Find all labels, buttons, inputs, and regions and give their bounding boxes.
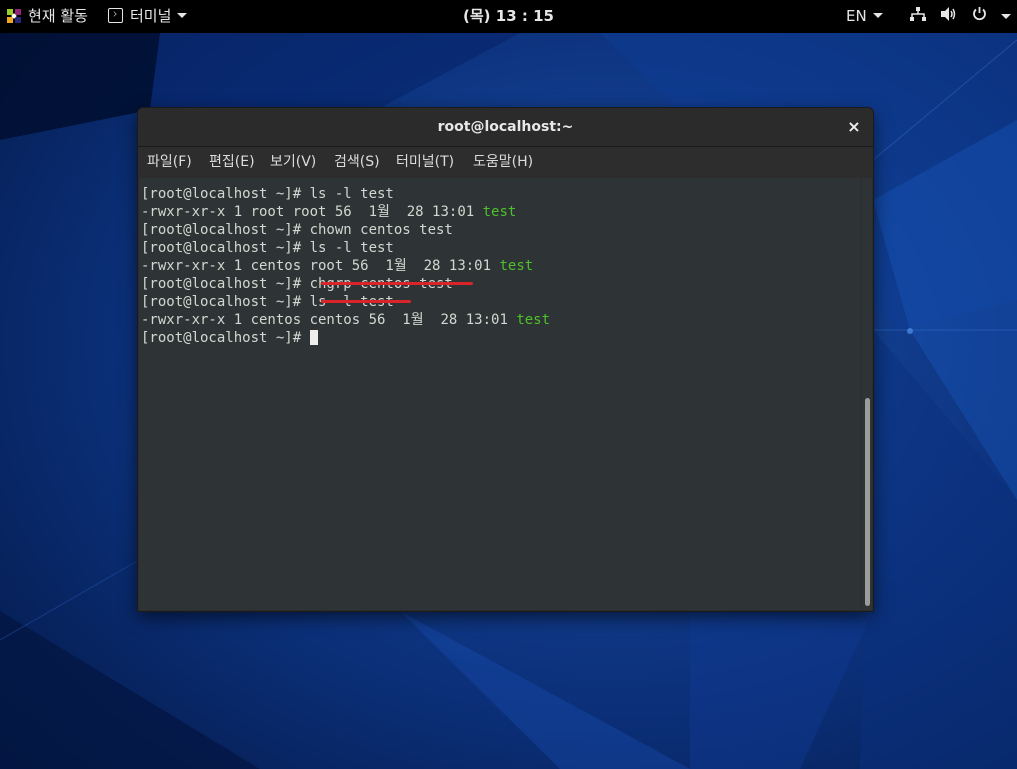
chevron-down-icon (872, 13, 883, 18)
terminal-line: [root@localhost ~]# chown centos test (141, 222, 453, 238)
terminal-line: [root@localhost ~]# ls -l test (141, 186, 394, 202)
terminal-window: root@localhost:~ × 파일(F) 편집(E) 보기(V) 검색(… (138, 108, 873, 611)
terminal-line: -rwxr-xr-x 1 centos centos 56 1월 28 13:0… (141, 312, 551, 328)
system-menu[interactable] (910, 0, 1017, 33)
language-selector[interactable]: EN (846, 0, 883, 33)
terminal-output[interactable]: [root@localhost ~]# ls -l test -rwxr-xr-… (139, 178, 861, 610)
chevron-down-icon (1001, 14, 1012, 19)
menu-edit[interactable]: 편집(E) (209, 147, 255, 177)
annotation-underline-ls (321, 300, 411, 303)
language-label: EN (846, 7, 867, 25)
filename-test: test (499, 258, 534, 274)
annotation-underline-chgrp (321, 282, 473, 285)
close-button[interactable]: × (843, 116, 865, 138)
network-icon (910, 0, 926, 33)
menu-help[interactable]: 도움말(H) (473, 147, 533, 177)
volume-icon (940, 0, 957, 33)
menu-bar: 파일(F) 편집(E) 보기(V) 검색(S) 터미널(T) 도움말(H) (138, 147, 873, 177)
top-bar: 현재 활동 터미널 (목) 13 : 15 EN (0, 0, 1017, 33)
terminal-line: [root@localhost ~]# ls -l test (141, 240, 394, 256)
scrollbar[interactable] (862, 178, 872, 610)
window-title: root@localhost:~ (437, 119, 574, 135)
title-bar[interactable]: root@localhost:~ × (138, 108, 873, 147)
terminal-line: -rwxr-xr-x 1 root root 56 1월 28 13:01 te… (141, 204, 517, 220)
terminal-prompt-line: [root@localhost ~]# (141, 329, 318, 347)
terminal-line: -rwxr-xr-x 1 centos root 56 1월 28 13:01 … (141, 258, 534, 274)
menu-view[interactable]: 보기(V) (270, 147, 316, 177)
menu-search[interactable]: 검색(S) (334, 147, 380, 177)
filename-test: test (482, 204, 517, 220)
scrollbar-thumb[interactable] (865, 398, 870, 606)
text-cursor (309, 330, 318, 345)
power-icon (972, 0, 987, 33)
menu-file[interactable]: 파일(F) (147, 147, 192, 177)
filename-test: test (516, 312, 551, 328)
menu-terminal[interactable]: 터미널(T) (396, 147, 454, 177)
